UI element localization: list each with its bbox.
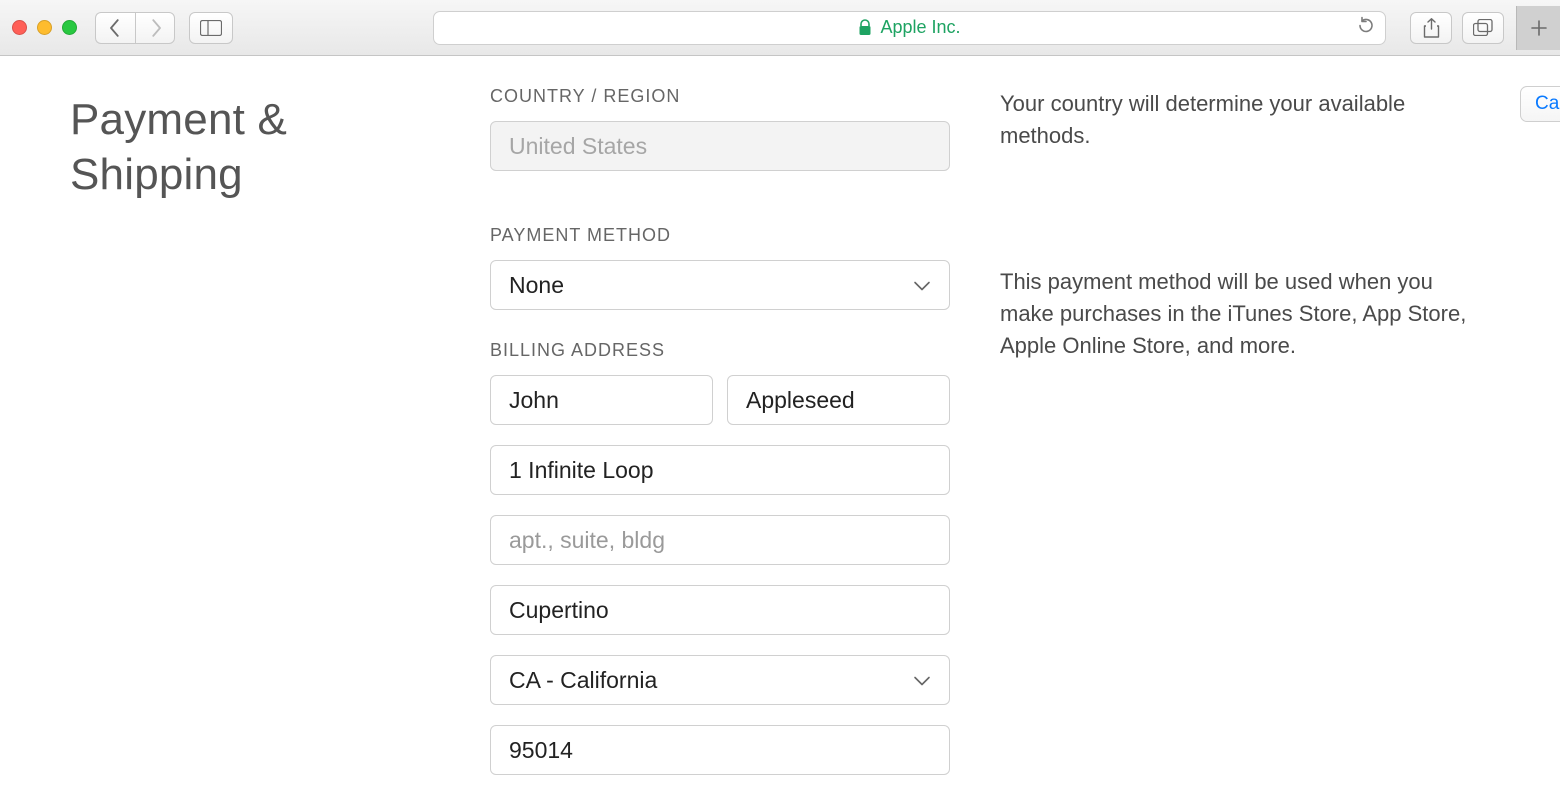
page-title-line1: Payment & [70,95,287,144]
page-title-line2: Shipping [70,150,243,199]
description-column: Your country will determine your availab… [1000,86,1470,775]
page-content: Payment & Shipping COUNTRY / REGION Unit… [0,56,1560,775]
nav-buttons [95,12,175,44]
state-value: CA - California [509,667,657,694]
window-controls [12,20,77,35]
payment-section: PAYMENT METHOD None BILLING ADDRESS CA -… [490,225,950,775]
last-name-field[interactable] [727,375,950,425]
form-column: COUNTRY / REGION United States PAYMENT M… [490,86,950,775]
new-tab-button[interactable] [1516,6,1560,50]
payment-method-label: PAYMENT METHOD [490,225,950,246]
address-bar-label: Apple Inc. [880,17,960,38]
close-window-button[interactable] [12,20,27,35]
payment-description: This payment method will be used when yo… [1000,264,1470,362]
plus-icon [1530,19,1548,37]
share-button[interactable] [1410,12,1452,44]
forward-button[interactable] [135,12,175,44]
unit-field[interactable] [490,515,950,565]
chevron-down-icon [913,667,931,694]
back-button[interactable] [95,12,135,44]
lock-icon [858,19,872,36]
zip-field[interactable] [490,725,950,775]
page-title-block: Payment & Shipping [70,86,440,775]
address-bar[interactable]: Apple Inc. [433,11,1386,45]
street-field[interactable] [490,445,950,495]
billing-address-fields: CA - California [490,375,950,775]
chevron-down-icon [913,272,931,299]
reload-icon [1357,16,1375,34]
zoom-window-button[interactable] [62,20,77,35]
page-title: Payment & Shipping [70,86,440,202]
cancel-button[interactable]: Cancel [1520,86,1560,122]
city-field[interactable] [490,585,950,635]
browser-toolbar: Apple Inc. [0,0,1560,56]
actions: Cancel Save [1520,86,1560,775]
country-section: COUNTRY / REGION United States [490,86,950,171]
state-select[interactable]: CA - California [490,655,950,705]
sidebar-toggle-button[interactable] [189,12,233,44]
tabs-button[interactable] [1462,12,1504,44]
payment-method-select[interactable]: None [490,260,950,310]
country-field: United States [490,121,950,171]
country-label: COUNTRY / REGION [490,86,950,107]
sidebar-icon [200,20,222,36]
billing-address-label: BILLING ADDRESS [490,340,950,361]
share-icon [1423,18,1440,38]
payment-method-value: None [509,272,564,299]
chevron-left-icon [109,19,122,37]
chevron-right-icon [149,19,162,37]
first-name-field[interactable] [490,375,713,425]
tabs-icon [1473,19,1493,36]
minimize-window-button[interactable] [37,20,52,35]
toolbar-right [1410,12,1548,44]
country-value: United States [509,133,647,160]
country-description: Your country will determine your availab… [1000,86,1470,152]
reload-button[interactable] [1357,16,1375,39]
